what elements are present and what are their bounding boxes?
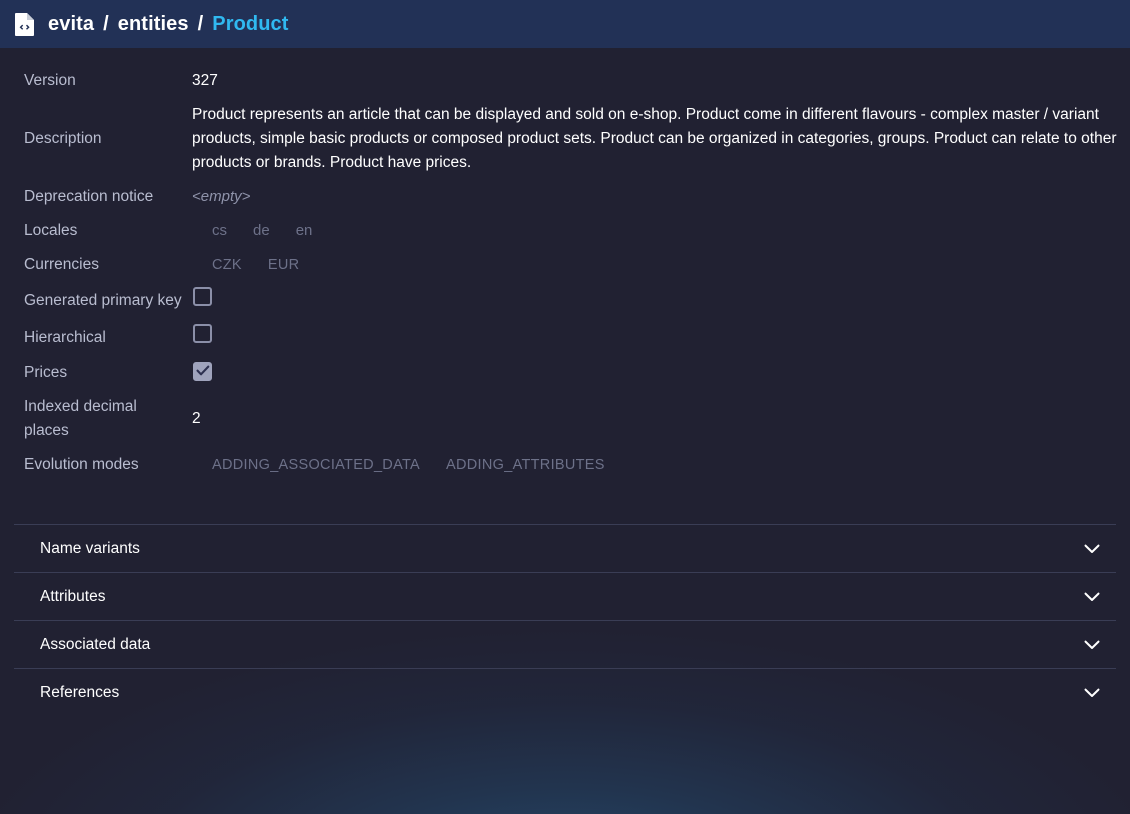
chevron-down-icon[interactable] <box>1082 539 1102 559</box>
checkbox-generated-primary-key[interactable] <box>193 287 212 306</box>
property-value-version: 327 <box>192 72 218 89</box>
property-label-locales: Locales <box>24 222 78 239</box>
currency-chip[interactable]: CZK <box>206 253 248 277</box>
property-row-hierarchical: Hierarchical <box>24 319 1118 356</box>
currency-chip-list: CZK EUR <box>192 253 1118 277</box>
locale-chip[interactable]: cs <box>206 219 233 243</box>
property-row-generated-primary-key: Generated primary key <box>24 282 1118 319</box>
checkbox-hierarchical[interactable] <box>193 324 212 343</box>
property-value-indexed-decimal-places: 2 <box>192 410 201 427</box>
check-icon <box>195 365 209 376</box>
locale-chip[interactable]: de <box>247 219 276 243</box>
breadcrumb: evita / entities / Product <box>48 13 289 36</box>
property-row-deprecation-notice: Deprecation notice <empty> <box>24 180 1118 214</box>
app-header: evita / entities / Product <box>0 0 1130 48</box>
currency-chip[interactable]: EUR <box>262 253 306 277</box>
panel-title: References <box>40 683 120 701</box>
breadcrumb-item-product[interactable]: Product <box>212 13 288 36</box>
evolution-mode-chip[interactable]: ADDING_ASSOCIATED_DATA <box>206 453 426 477</box>
breadcrumb-item-evita[interactable]: evita <box>48 13 94 36</box>
property-label-currencies: Currencies <box>24 256 99 273</box>
property-label-evolution-modes: Evolution modes <box>24 456 139 473</box>
panel-name-variants[interactable]: Name variants <box>14 524 1116 572</box>
property-label-hierarchical: Hierarchical <box>24 328 106 346</box>
chevron-down-icon[interactable] <box>1082 683 1102 703</box>
property-label-generated-primary-key: Generated primary key <box>24 291 182 309</box>
property-label-deprecation-notice: Deprecation notice <box>24 188 154 205</box>
locale-chip-list: cs de en <box>192 219 1118 243</box>
property-row-version: Version 327 <box>24 64 1118 98</box>
property-label-description: Description <box>24 130 102 147</box>
property-label-version: Version <box>24 72 76 89</box>
property-value-deprecation-notice: <empty> <box>192 188 251 205</box>
chevron-down-icon[interactable] <box>1082 587 1102 607</box>
property-label-indexed-decimal-places: Indexed decimal places <box>24 398 137 439</box>
locale-chip[interactable]: en <box>290 219 319 243</box>
property-row-indexed-decimal-places: Indexed decimal places 2 <box>24 390 1118 448</box>
panel-attributes[interactable]: Attributes <box>14 572 1116 620</box>
checkbox-prices[interactable] <box>193 361 212 381</box>
expansion-panel-list: Name variants Attributes Associated data <box>0 524 1130 716</box>
panel-references[interactable]: References <box>14 668 1116 716</box>
breadcrumb-separator: / <box>103 12 109 35</box>
evolution-mode-chip[interactable]: ADDING_ATTRIBUTES <box>440 453 611 477</box>
panel-title: Attributes <box>40 587 106 605</box>
property-row-prices: Prices <box>24 356 1118 390</box>
chevron-down-icon[interactable] <box>1082 635 1102 655</box>
file-code-icon <box>12 11 38 37</box>
property-row-description: Description Product represents an articl… <box>24 98 1118 180</box>
entity-properties: Version 327 Description Product represen… <box>0 48 1130 482</box>
panel-associated-data[interactable]: Associated data <box>14 620 1116 668</box>
panel-title: Associated data <box>40 635 151 653</box>
property-value-description: Product represents an article that can b… <box>192 106 1117 171</box>
panel-title: Name variants <box>40 539 140 557</box>
property-row-evolution-modes: Evolution modes ADDING_ASSOCIATED_DATA A… <box>24 448 1118 482</box>
property-row-currencies: Currencies CZK EUR <box>24 248 1118 282</box>
breadcrumb-separator: / <box>197 12 204 35</box>
property-label-prices: Prices <box>24 364 68 381</box>
page-root: evita / entities / Product Version 327 D… <box>0 0 1130 716</box>
evolution-mode-chip-list: ADDING_ASSOCIATED_DATA ADDING_ATTRIBUTES <box>192 453 1118 477</box>
property-row-locales: Locales cs de en <box>24 214 1118 248</box>
breadcrumb-item-entities[interactable]: entities <box>118 13 189 36</box>
